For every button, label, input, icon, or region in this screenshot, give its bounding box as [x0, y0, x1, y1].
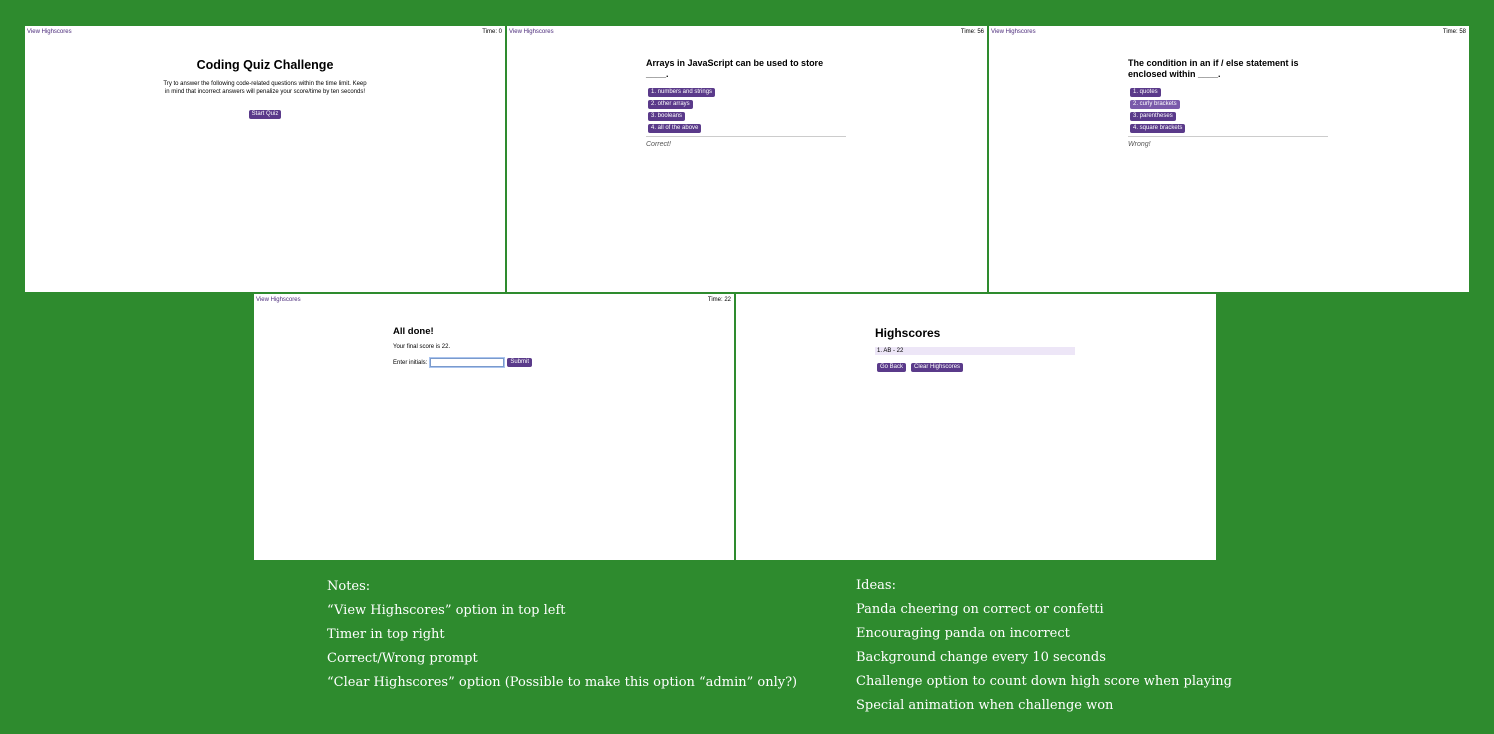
answer-list: 1. numbers and strings 2. other arrays 3…: [648, 88, 846, 133]
question-content: The condition in an if / else statement …: [1128, 58, 1328, 148]
view-highscores-link[interactable]: View Highscores: [991, 29, 1036, 35]
question-text: Arrays in JavaScript can be used to stor…: [646, 58, 824, 79]
quiz-description: Try to answer the following code-related…: [163, 81, 367, 95]
all-done-panel: View Highscores Time: 22 All done! Your …: [254, 294, 734, 560]
note-item: “View Highscores” option in top left: [327, 603, 566, 618]
done-title: All done!: [393, 326, 434, 337]
highscores-content: Highscores 1. AB - 22 Go Back Clear High…: [875, 326, 1075, 372]
view-highscores-link[interactable]: View Highscores: [509, 29, 554, 35]
initials-input[interactable]: [429, 357, 506, 368]
note-item: Correct/Wrong prompt: [327, 651, 478, 666]
submit-button[interactable]: Submit: [507, 358, 533, 367]
idea-item: Background change every 10 seconds: [856, 650, 1106, 665]
timer: Time: 56: [960, 29, 984, 35]
feedback-text: Correct!: [646, 141, 671, 148]
idea-item: Panda cheering on correct or confetti: [856, 602, 1104, 617]
answer-button[interactable]: 3. booleans: [648, 112, 686, 121]
answer-button[interactable]: 1. numbers and strings: [648, 88, 716, 97]
start-quiz-button[interactable]: Start Quiz: [248, 110, 282, 119]
answer-button[interactable]: 1. quotes: [1130, 88, 1161, 97]
idea-item: Encouraging panda on incorrect: [856, 626, 1070, 641]
idea-item: Challenge option to count down high scor…: [856, 674, 1232, 689]
answer-list: 1. quotes 2. curly brackets 3. parenthes…: [1130, 88, 1328, 133]
answer-button[interactable]: 2. other arrays: [648, 100, 693, 109]
answer-button[interactable]: 3. parentheses: [1130, 112, 1176, 121]
answer-button[interactable]: 2. curly brackets: [1130, 100, 1180, 109]
note-item: “Clear Highscores” option (Possible to m…: [327, 675, 798, 690]
timer: Time: 0: [482, 29, 502, 35]
start-screen-panel: View Highscores Time: 0 Coding Quiz Chal…: [25, 26, 505, 292]
notes-section: Notes: “View Highscores” option in top l…: [327, 575, 797, 695]
done-content: All done! Your final score is 22. Enter …: [393, 326, 593, 368]
answer-button[interactable]: 4. all of the above: [648, 124, 702, 133]
highscores-title: Highscores: [875, 326, 941, 340]
go-back-button[interactable]: Go Back: [877, 363, 907, 372]
feedback-text: Wrong!: [1128, 141, 1151, 148]
start-content: Coding Quiz Challenge Try to answer the …: [163, 58, 367, 120]
view-highscores-link[interactable]: View Highscores: [256, 297, 301, 303]
highscores-panel: Highscores 1. AB - 22 Go Back Clear High…: [736, 294, 1216, 560]
question-panel-2: View Highscores Time: 58 The condition i…: [989, 26, 1469, 292]
idea-item: Special animation when challenge won: [856, 698, 1114, 713]
final-score-text: Your final score is 22.: [393, 344, 451, 350]
timer: Time: 22: [707, 297, 731, 303]
question-text: The condition in an if / else statement …: [1128, 58, 1299, 79]
question-content: Arrays in JavaScript can be used to stor…: [646, 58, 846, 148]
notes-heading: Notes:: [327, 579, 371, 594]
answer-button[interactable]: 4. square brackets: [1130, 124, 1186, 133]
question-panel-1: View Highscores Time: 56 Arrays in JavaS…: [507, 26, 987, 292]
initials-label: Enter initials:: [393, 359, 428, 366]
quiz-title: Coding Quiz Challenge: [196, 58, 334, 72]
view-highscores-link[interactable]: View Highscores: [27, 29, 72, 35]
note-item: Timer in top right: [327, 627, 445, 642]
ideas-section: Ideas: Panda cheering on correct or conf…: [856, 574, 1232, 718]
divider: [646, 136, 846, 137]
divider: [1128, 136, 1328, 137]
initials-row: Enter initials: Submit: [393, 357, 593, 368]
ideas-heading: Ideas:: [856, 578, 896, 593]
clear-highscores-button[interactable]: Clear Highscores: [911, 363, 964, 372]
timer: Time: 58: [1442, 29, 1466, 35]
highscore-entry: 1. AB - 22: [875, 347, 1075, 355]
